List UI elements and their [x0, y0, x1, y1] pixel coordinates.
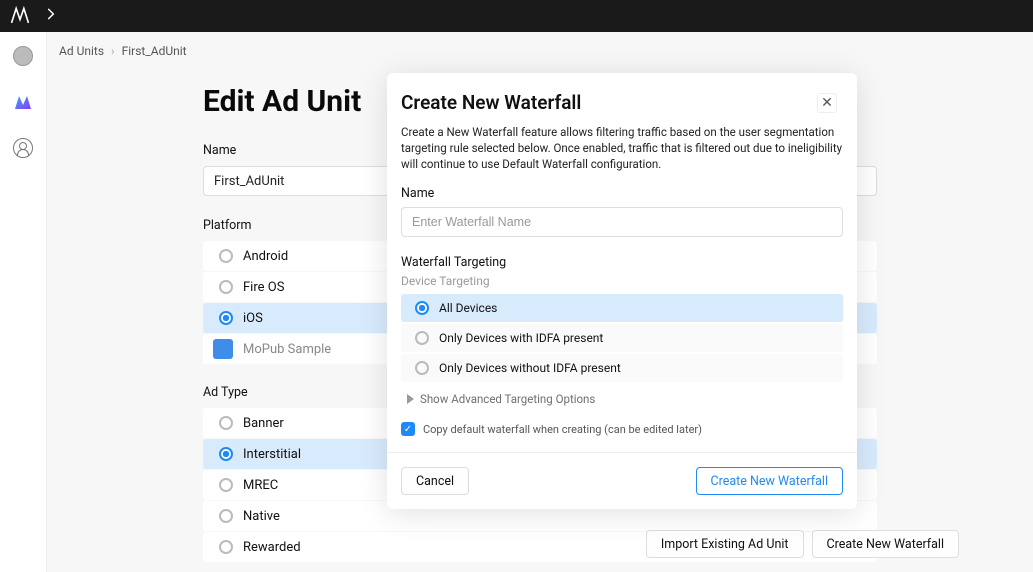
radio-icon — [219, 478, 233, 492]
avatar[interactable] — [13, 46, 33, 66]
advanced-targeting-label: Show Advanced Targeting Options — [420, 392, 595, 406]
import-existing-label: Import Existing Ad Unit — [661, 537, 789, 552]
waterfall-targeting-label: Waterfall Targeting — [401, 255, 843, 270]
breadcrumb-current: First_AdUnit — [122, 44, 187, 58]
radio-on-icon — [415, 301, 429, 315]
brand-m-icon[interactable] — [13, 92, 33, 112]
triangle-right-icon — [407, 394, 414, 404]
device-targeting-label: Device Targeting — [401, 274, 843, 288]
device-option-noidfa[interactable]: Only Devices without IDFA present — [401, 354, 843, 382]
platform-label-sample: MoPub Sample — [243, 342, 331, 357]
cancel-button[interactable]: Cancel — [401, 467, 469, 495]
device-label-noidfa: Only Devices without IDFA present — [439, 361, 621, 375]
create-waterfall-label: Create New Waterfall — [711, 474, 829, 489]
app-logo-icon — [8, 3, 32, 29]
side-nav — [0, 32, 47, 572]
modal-title: Create New Waterfall — [401, 91, 581, 114]
device-option-idfa[interactable]: Only Devices with IDFA present — [401, 324, 843, 352]
adtype-label-mrec: MREC — [243, 478, 278, 493]
radio-on-icon — [219, 311, 233, 325]
adtype-label-interstitial: Interstitial — [243, 447, 301, 462]
device-label-idfa: Only Devices with IDFA present — [439, 331, 603, 345]
waterfall-name-input[interactable] — [401, 207, 843, 237]
radio-icon — [219, 416, 233, 430]
close-icon: ✕ — [821, 95, 833, 111]
platform-label-fireos: Fire OS — [243, 280, 284, 295]
adunit-name-value: First_AdUnit — [214, 174, 284, 189]
create-waterfall-modal: Create New Waterfall ✕ Create a New Wate… — [387, 73, 857, 509]
radio-icon — [219, 540, 233, 554]
adtype-label-rewarded: Rewarded — [243, 540, 301, 555]
adtype-label-banner: Banner — [243, 416, 284, 431]
copy-default-checkbox-row[interactable]: ✓ Copy default waterfall when creating (… — [401, 422, 843, 436]
radio-icon — [415, 331, 429, 345]
waterfall-name-label: Name — [401, 186, 843, 201]
radio-icon — [219, 509, 233, 523]
advanced-targeting-toggle[interactable]: Show Advanced Targeting Options — [401, 392, 843, 406]
device-label-all: All Devices — [439, 301, 497, 315]
create-waterfall-footer-button[interactable]: Create New Waterfall — [812, 530, 960, 558]
create-waterfall-button[interactable]: Create New Waterfall — [696, 467, 844, 495]
import-existing-button[interactable]: Import Existing Ad Unit — [646, 530, 804, 558]
platform-label-ios: iOS — [243, 311, 263, 326]
breadcrumb: Ad Units › First_AdUnit — [47, 32, 1033, 58]
platform-label-android: Android — [243, 249, 288, 264]
radio-icon — [415, 361, 429, 375]
chevron-right-icon: › — [111, 44, 115, 58]
radio-icon — [219, 249, 233, 263]
chevron-right-icon[interactable] — [44, 3, 58, 29]
modal-description: Create a New Waterfall feature allows fi… — [401, 124, 843, 172]
checkbox-checked-icon: ✓ — [401, 422, 415, 436]
copy-default-label: Copy default waterfall when creating (ca… — [423, 423, 702, 436]
radio-icon — [219, 280, 233, 294]
device-option-all[interactable]: All Devices — [401, 294, 843, 322]
top-bar — [0, 0, 1033, 32]
breadcrumb-root[interactable]: Ad Units — [59, 44, 104, 58]
radio-on-icon — [219, 447, 233, 461]
adtype-label-native: Native — [243, 509, 280, 524]
close-button[interactable]: ✕ — [817, 93, 837, 113]
user-icon[interactable] — [13, 138, 33, 158]
cancel-label: Cancel — [416, 474, 454, 489]
create-waterfall-footer-label: Create New Waterfall — [827, 537, 945, 552]
app-icon — [213, 339, 233, 359]
